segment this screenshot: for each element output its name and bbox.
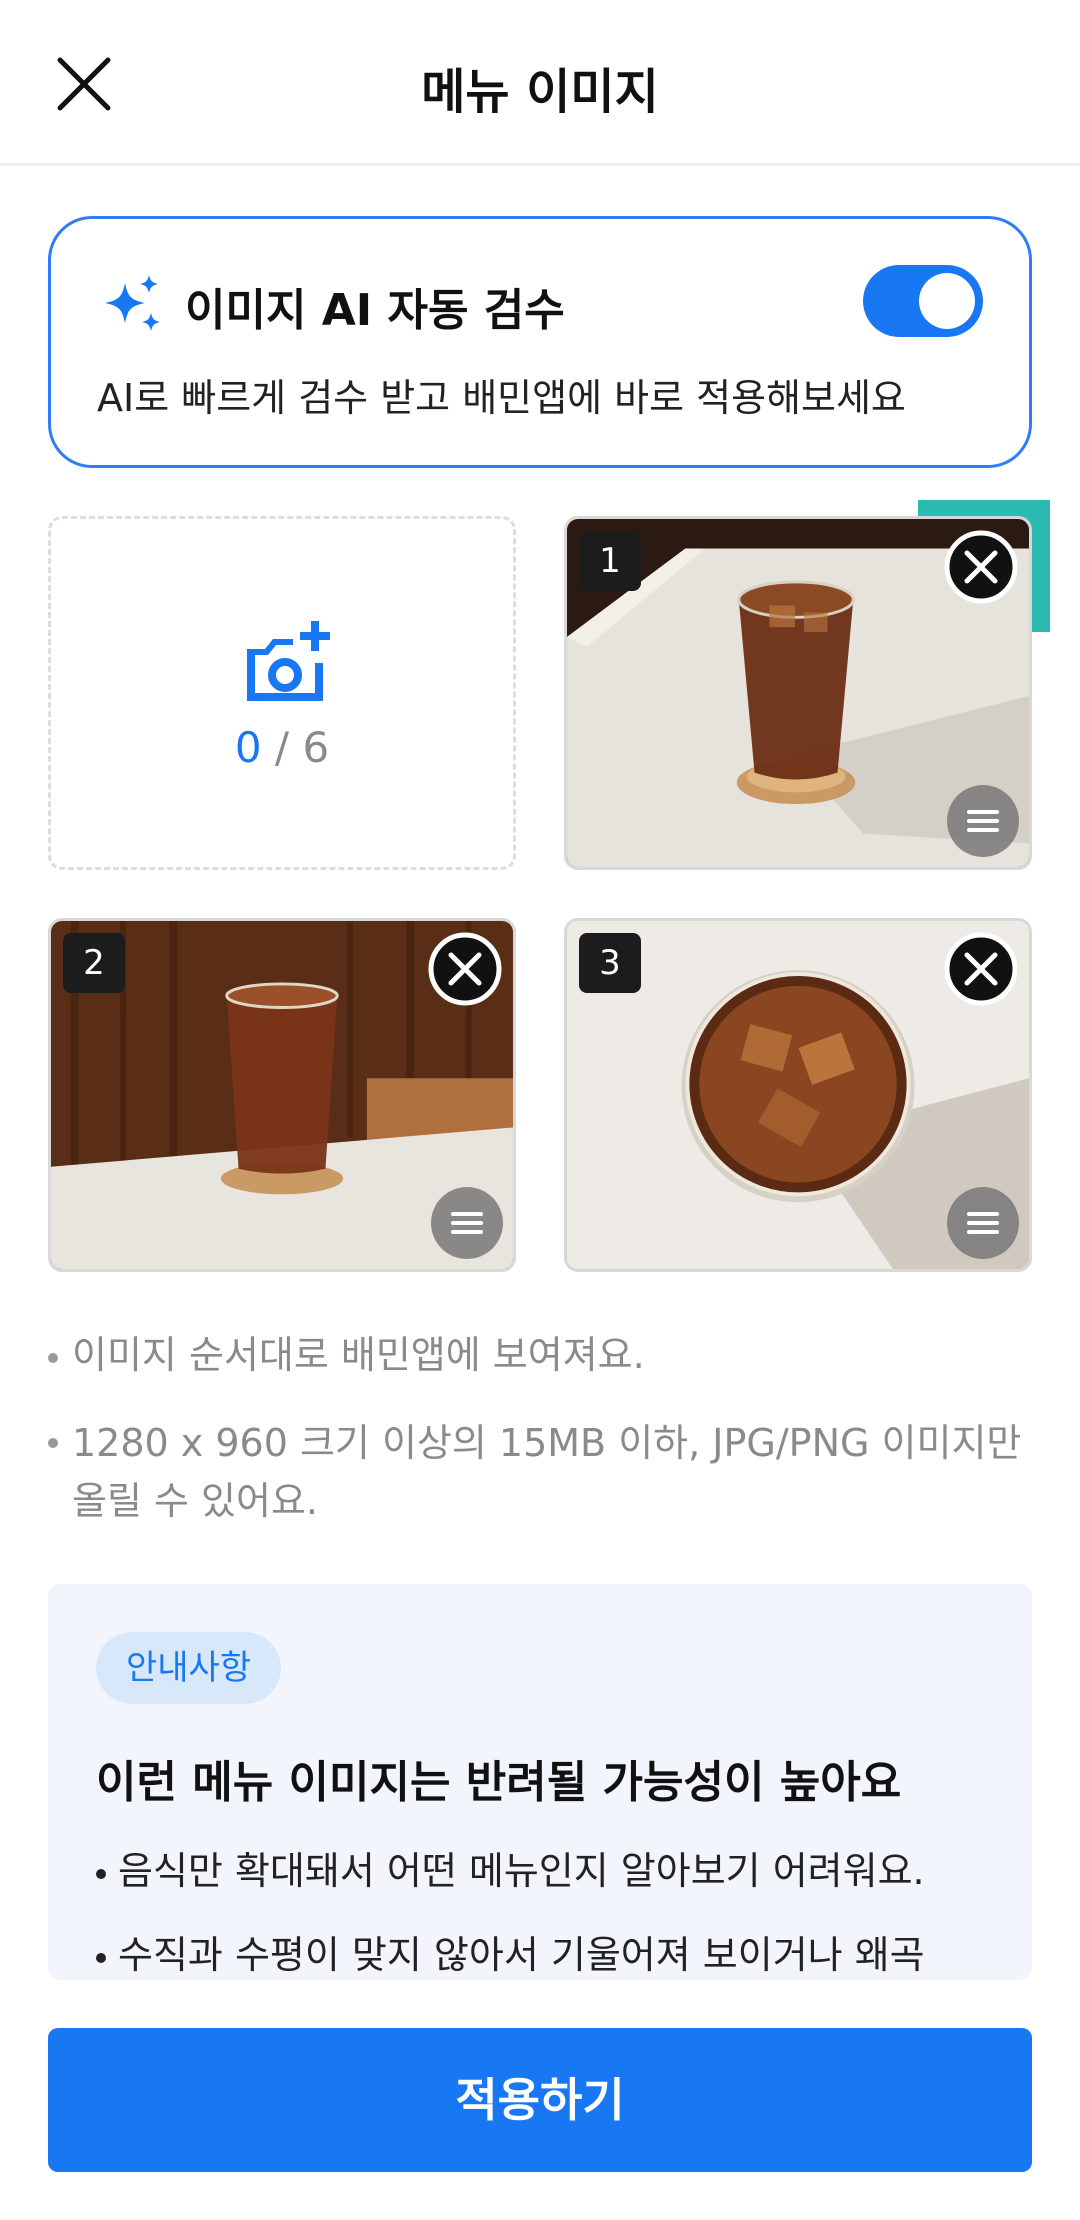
remove-image-icon[interactable] [943, 529, 1019, 605]
image-count-separator: / [274, 723, 290, 772]
remove-image-icon[interactable] [943, 931, 1019, 1007]
info-item-text: 수직과 수평이 맞지 않아서 기울어져 보이거나 왜곡 [118, 1933, 925, 1977]
add-image-tile[interactable]: 0 / 6 [48, 516, 516, 870]
info-item: 수직과 수평이 맞지 않아서 기울어져 보이거나 왜곡 [96, 1924, 925, 1979]
apply-button[interactable]: 적용하기 [48, 2028, 1032, 2172]
image-count: 0 / 6 [51, 723, 513, 772]
image-count-max: 6 [302, 723, 330, 772]
info-title: 이런 메뉴 이미지는 반려될 가능성이 높아요 [96, 1757, 902, 1808]
info-item: 음식만 확대돼서 어떤 메뉴인지 알아보기 어려워요. [96, 1840, 925, 1895]
ai-review-description: AI로 빠르게 검수 받고 배민앱에 바로 적용해보세요 [97, 376, 906, 420]
info-tag: 안내사항 [96, 1632, 282, 1704]
ai-review-toggle[interactable] [863, 265, 983, 337]
image-tile-3[interactable]: 3 [564, 918, 1032, 1272]
camera-add-icon [247, 621, 330, 701]
drag-handle-icon[interactable] [947, 785, 1019, 857]
bullet-icon [96, 1868, 106, 1879]
drag-handle-icon[interactable] [947, 1187, 1019, 1259]
toggle-knob [919, 273, 975, 329]
image-count-current: 0 [234, 723, 262, 772]
bullet-icon [96, 1952, 106, 1963]
drag-handle-icon[interactable] [431, 1187, 503, 1259]
sparkle-icon [105, 275, 160, 331]
ai-review-title: 이미지 AI 자동 검수 [185, 285, 565, 336]
note-order: 이미지 순서대로 배민앱에 보여져요. [48, 1326, 645, 1384]
note-format-text: 1280 x 960 크기 이상의 15MB 이하, JPG/PNG 이미지만 … [72, 1421, 1022, 1523]
remove-image-icon[interactable] [427, 931, 503, 1007]
image-tile-2[interactable]: 2 [48, 918, 516, 1272]
image-order-badge: 1 [579, 531, 641, 591]
image-tile-1[interactable]: 1 [564, 516, 1032, 870]
info-box: 안내사항 이런 메뉴 이미지는 반려될 가능성이 높아요 음식만 확대돼서 어떤… [48, 1584, 1032, 1980]
bullet-icon [48, 1438, 58, 1448]
image-order-badge: 3 [579, 933, 641, 993]
note-order-text: 이미지 순서대로 배민앱에 보여져요. [72, 1333, 645, 1377]
header: 메뉴 이미지 [0, 0, 1080, 166]
info-item-text: 음식만 확대돼서 어떤 메뉴인지 알아보기 어려워요. [118, 1849, 925, 1893]
bullet-icon [48, 1352, 58, 1363]
page-title: 메뉴 이미지 [421, 64, 659, 120]
image-order-badge: 2 [63, 933, 125, 993]
ai-review-card: 이미지 AI 자동 검수 AI로 빠르게 검수 받고 배민앱에 바로 적용해보세… [48, 216, 1032, 468]
